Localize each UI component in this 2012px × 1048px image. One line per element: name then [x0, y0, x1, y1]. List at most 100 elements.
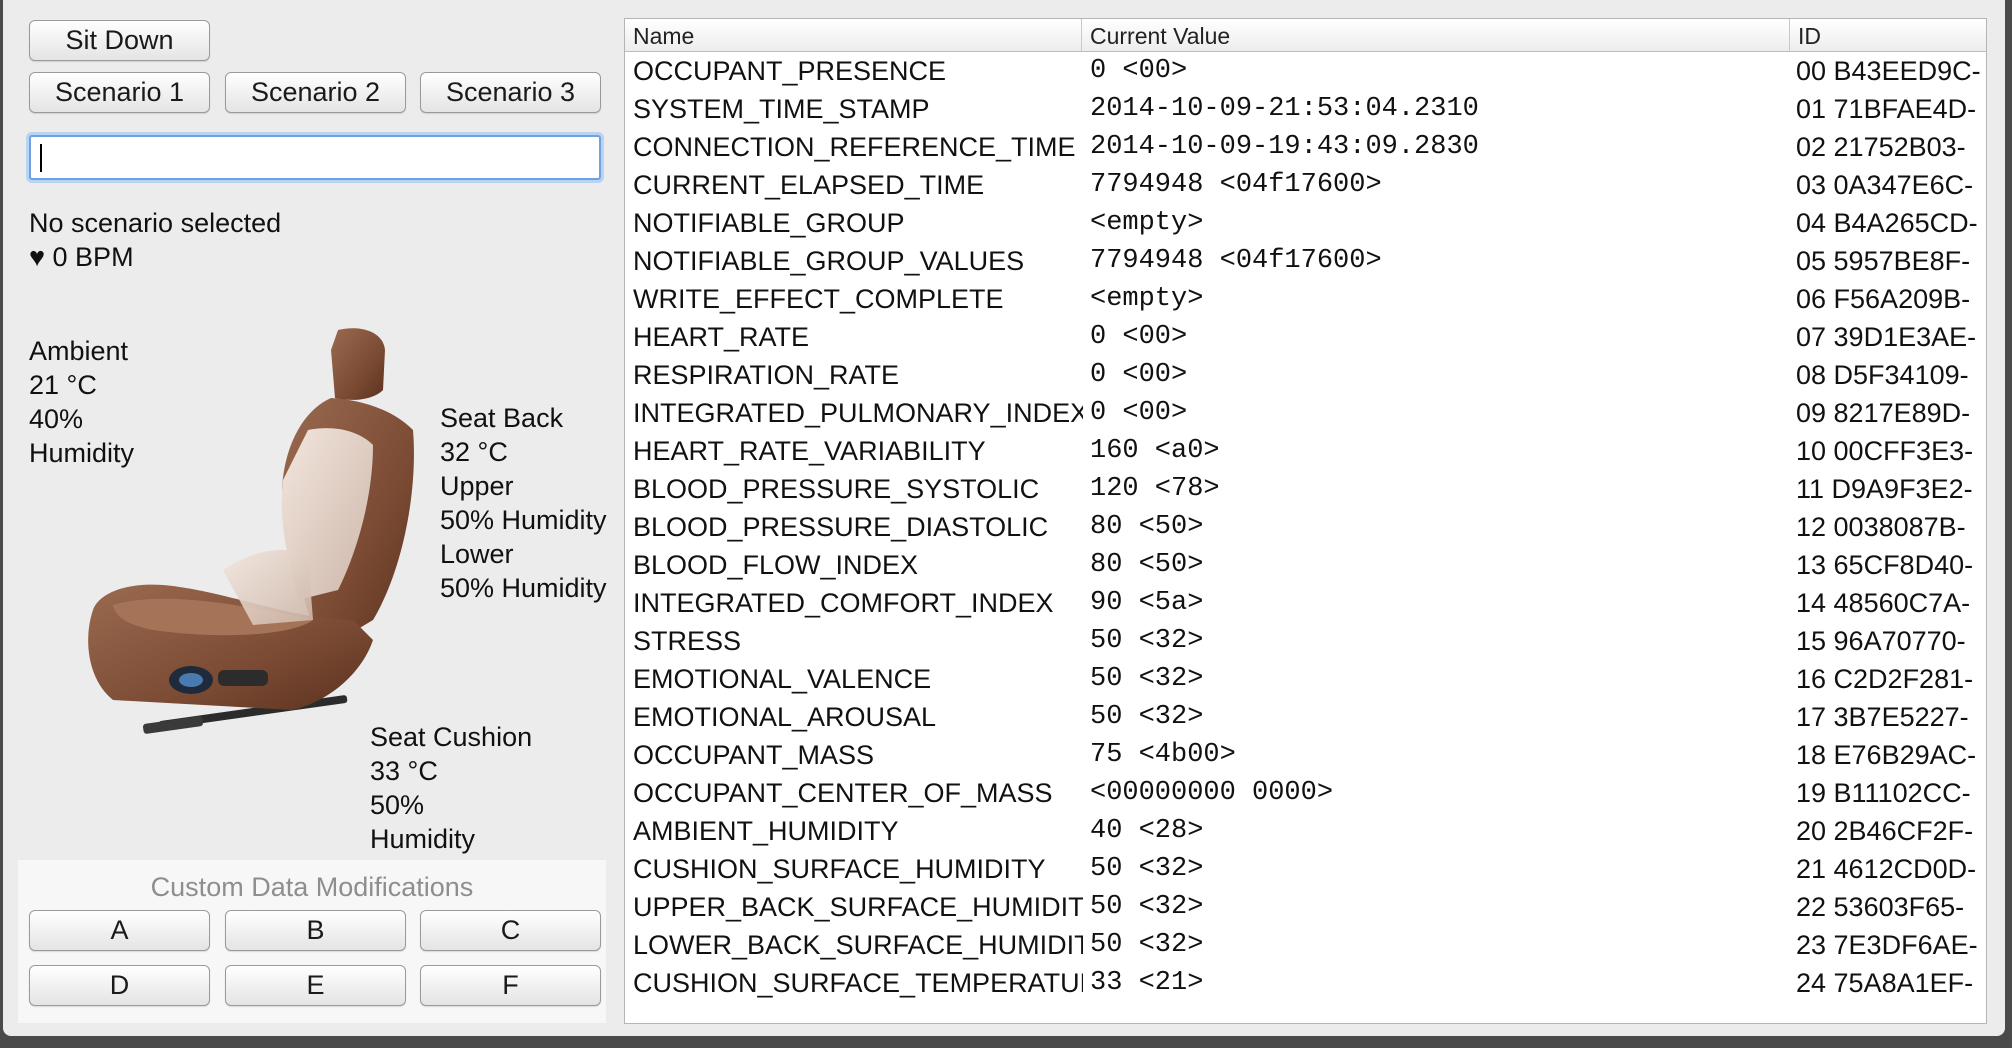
- table-row[interactable]: INTEGRATED_COMFORT_INDEX 90 <5a> 14 48560C…: [625, 584, 1986, 622]
- table-row[interactable]: SYSTEM_TIME_STAMP 2014-10-09-21:53:04.231…: [625, 90, 1986, 128]
- table-row[interactable]: CURRENT_ELAPSED_TIME 7794948 <04f17600> 03…: [625, 166, 1986, 204]
- search-input[interactable]: [29, 135, 601, 180]
- value-cell: 160 <a0>: [1090, 436, 1220, 466]
- value-cell: 50 <32>: [1090, 702, 1204, 732]
- table-row[interactable]: CUSHION_SURFACE_HUMIDITY 50 <32> 21 4612CD…: [625, 850, 1986, 888]
- id-cell: 05 5957BE8F-: [1796, 246, 1971, 276]
- name-cell: BLOOD_FLOW_INDEX: [633, 550, 919, 580]
- name-cell: NOTIFIABLE_GROUP: [633, 208, 905, 238]
- custom-button-b[interactable]: B: [225, 910, 406, 951]
- table-row[interactable]: WRITE_EFFECT_COMPLETE <empty> 06 F56A209B-: [625, 280, 1986, 318]
- table-row[interactable]: UPPER_BACK_SURFACE_HUMIDITY 50 <32> 22 536…: [625, 888, 1986, 926]
- table-row[interactable]: INTEGRATED_PULMONARY_INDEX 0 <00> 09 8217E…: [625, 394, 1986, 432]
- value-cell: 40 <28>: [1090, 816, 1204, 846]
- id-cell: 19 B11102CC-: [1796, 778, 1971, 808]
- name-cell: CUSHION_SURFACE_TEMPERATURE: [633, 968, 1083, 998]
- id-cell: 08 D5F34109-: [1796, 360, 1969, 390]
- table-row[interactable]: NOTIFIABLE_GROUP_VALUES 7794948 <04f17600…: [625, 242, 1986, 280]
- name-cell: AMBIENT_HUMIDITY: [633, 816, 899, 846]
- table-row[interactable]: OCCUPANT_CENTER_OF_MASS <00000000 0000> 19…: [625, 774, 1986, 812]
- name-cell: EMOTIONAL_VALENCE: [633, 664, 932, 694]
- table-row[interactable]: LOWER_BACK_SURFACE_HUMIDITY 50 <32> 23 7E3…: [625, 926, 1986, 964]
- custom-button-c[interactable]: C: [420, 910, 601, 951]
- table-row[interactable]: STRESS 50 <32> 15 96A70770-: [625, 622, 1986, 660]
- scenario-3-button[interactable]: Scenario 3: [420, 72, 601, 113]
- name-cell: OCCUPANT_CENTER_OF_MASS: [633, 778, 1053, 808]
- seat-back-title: Seat Back: [440, 403, 564, 433]
- table-row[interactable]: HEART_RATE 0 <00> 07 39D1E3AE-: [625, 318, 1986, 356]
- table-row[interactable]: BLOOD_FLOW_INDEX 80 <50> 13 65CF8D40-: [625, 546, 1986, 584]
- table-header: Name Current Value ID: [625, 19, 1986, 52]
- name-cell: CURRENT_ELAPSED_TIME: [633, 170, 985, 200]
- value-cell: 80 <50>: [1090, 512, 1204, 542]
- table-body: OCCUPANT_PRESENCE 0 <00> 00 B43EED9C- SYSTE…: [625, 52, 1986, 1002]
- heart-rate-readout: ♥ 0 BPM: [29, 240, 134, 274]
- seat-back-readout: Seat Back 32 °C Upper 50% Humidity Lower…: [440, 401, 607, 605]
- table-row[interactable]: OCCUPANT_MASS 75 <4b00> 18 E76B29AC-: [625, 736, 1986, 774]
- id-cell: 17 3B7E5227-: [1796, 702, 1969, 732]
- id-cell: 04 B4A265CD-: [1796, 208, 1978, 238]
- table-row[interactable]: BLOOD_PRESSURE_DIASTOLIC 80 <50> 12 003808…: [625, 508, 1986, 546]
- id-cell: 12 0038087B-: [1796, 512, 1966, 542]
- seat-cushion-humidity-label: Humidity: [370, 824, 476, 854]
- id-cell: 09 8217E89D-: [1796, 398, 1971, 428]
- value-cell: <empty>: [1090, 284, 1204, 314]
- seat-cushion-title: Seat Cushion: [370, 722, 533, 752]
- table-row[interactable]: NOTIFIABLE_GROUP <empty> 04 B4A265CD-: [625, 204, 1986, 242]
- heart-rate-label: ♥ 0 BPM: [29, 242, 134, 272]
- custom-button-f[interactable]: F: [420, 965, 601, 1006]
- name-cell: OCCUPANT_MASS: [633, 740, 875, 770]
- value-cell: <00000000 0000>: [1090, 778, 1334, 808]
- custom-button-e[interactable]: E: [225, 965, 406, 1006]
- table-row[interactable]: HEART_RATE_VARIABILITY 160 <a0> 10 00CFF3E…: [625, 432, 1986, 470]
- column-header-name[interactable]: Name: [625, 19, 1081, 51]
- custom-data-title: Custom Data Modifications: [150, 872, 474, 902]
- id-cell: 11 D9A9F3E2-: [1796, 474, 1973, 504]
- id-cell: 06 F56A209B-: [1796, 284, 1971, 314]
- table-row[interactable]: RESPIRATION_RATE 0 <00> 08 D5F34109-: [625, 356, 1986, 394]
- value-cell: 2014-10-09-21:53:04.2310: [1090, 94, 1479, 124]
- name-cell: EMOTIONAL_AROUSAL: [633, 702, 937, 732]
- seat-cushion-readout: Seat Cushion 33 °C 50% Humidity: [370, 720, 532, 856]
- value-cell: <empty>: [1090, 208, 1204, 238]
- table-row[interactable]: EMOTIONAL_AROUSAL 50 <32> 17 3B7E5227-: [625, 698, 1986, 736]
- id-cell: 13 65CF8D40-: [1796, 550, 1974, 580]
- custom-button-d[interactable]: D: [29, 965, 210, 1006]
- sit-down-button[interactable]: Sit Down: [29, 20, 210, 61]
- table-row[interactable]: CONNECTION_REFERENCE_TIME 2014-10-09-19:4…: [625, 128, 1986, 166]
- id-cell: 02 21752B03-: [1796, 132, 1966, 162]
- value-cell: 33 <21>: [1090, 968, 1204, 998]
- name-cell: RESPIRATION_RATE: [633, 360, 900, 390]
- column-header-id[interactable]: ID: [1789, 19, 1986, 51]
- name-cell: WRITE_EFFECT_COMPLETE: [633, 284, 1004, 314]
- value-cell: 80 <50>: [1090, 550, 1204, 580]
- custom-button-a[interactable]: A: [29, 910, 210, 951]
- characteristics-table[interactable]: Name Current Value ID OCCUPANT_PRESENCE 0…: [624, 18, 1987, 1024]
- table-row[interactable]: EMOTIONAL_VALENCE 50 <32> 16 C2D2F281-: [625, 660, 1986, 698]
- id-cell: 07 39D1E3AE-: [1796, 322, 1977, 352]
- id-cell: 21 4612CD0D-: [1796, 854, 1977, 884]
- id-cell: 18 E76B29AC-: [1796, 740, 1977, 770]
- table-row[interactable]: CUSHION_SURFACE_TEMPERATURE 33 <21> 24 75A…: [625, 964, 1986, 1002]
- value-cell: 120 <78>: [1090, 474, 1220, 504]
- value-cell: 7794948 <04f17600>: [1090, 246, 1382, 276]
- value-cell: 0 <00>: [1090, 360, 1188, 390]
- table-row[interactable]: AMBIENT_HUMIDITY 40 <28> 20 2B46CF2F-: [625, 812, 1986, 850]
- table-row[interactable]: BLOOD_PRESSURE_SYSTOLIC 120 <78> 11 D9A9F3…: [625, 470, 1986, 508]
- seat-back-lower-humidity: 50% Humidity: [440, 573, 607, 603]
- seat-illustration: [88, 328, 414, 734]
- column-header-current-value[interactable]: Current Value: [1081, 19, 1789, 51]
- scenario-1-button[interactable]: Scenario 1: [29, 72, 210, 113]
- table-row[interactable]: OCCUPANT_PRESENCE 0 <00> 00 B43EED9C-: [625, 52, 1986, 90]
- value-cell: 50 <32>: [1090, 664, 1204, 694]
- id-cell: 14 48560C7A-: [1796, 588, 1971, 618]
- name-cell: CUSHION_SURFACE_HUMIDITY: [633, 854, 1046, 884]
- scenario-2-button[interactable]: Scenario 2: [225, 72, 406, 113]
- id-cell: 03 0A347E6C-: [1796, 170, 1974, 200]
- name-cell: HEART_RATE_VARIABILITY: [633, 436, 986, 466]
- id-cell: 22 53603F65-: [1796, 892, 1965, 922]
- scenario-status-label: No scenario selected: [29, 208, 282, 238]
- id-cell: 10 00CFF3E3-: [1796, 436, 1974, 466]
- id-cell: 01 71BFAE4D-: [1796, 94, 1977, 124]
- value-cell: 50 <32>: [1090, 930, 1204, 960]
